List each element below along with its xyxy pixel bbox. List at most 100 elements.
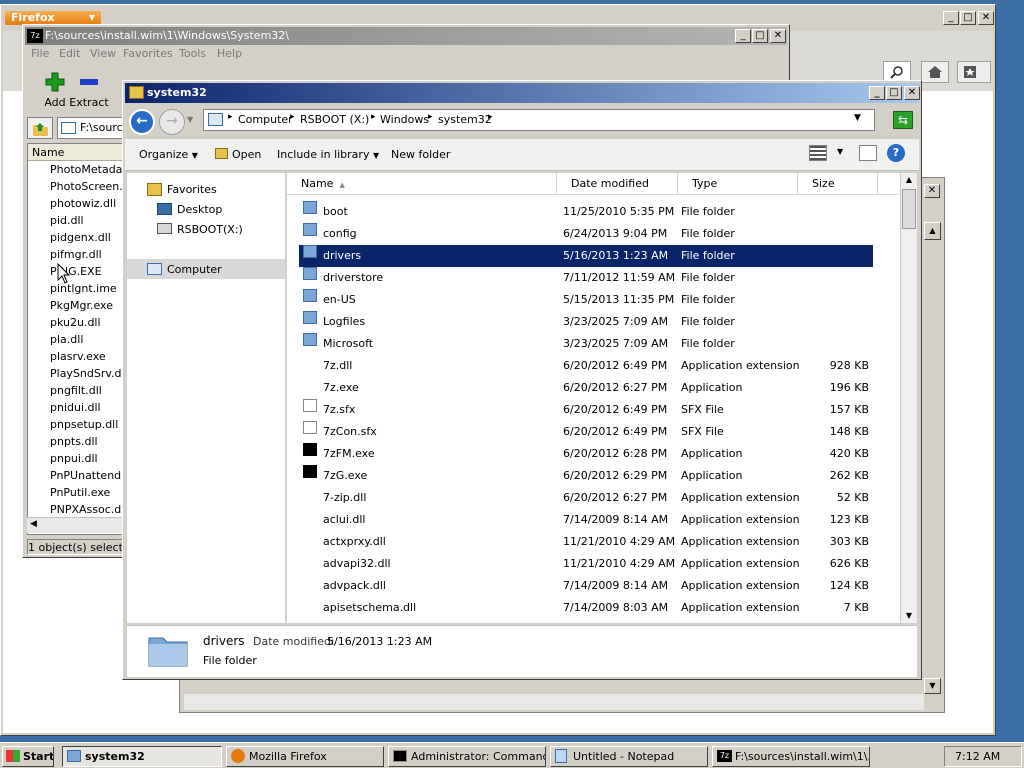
file-row[interactable]: config 6/24/2013 9:04 PM File folder — [299, 223, 873, 245]
file-row[interactable]: 7z.dll 6/20/2012 6:49 PM Application exten… — [299, 355, 873, 377]
file-row[interactable]: 7zCon.sfx 6/20/2012 6:49 PM SFX File 148 KB — [299, 421, 873, 443]
column-header-type[interactable]: Type — [678, 173, 798, 195]
back-arrow-icon[interactable]: ← — [129, 109, 155, 135]
scroll-left-icon[interactable]: ◀ — [30, 519, 37, 529]
file-row[interactable]: drivers 5/16/2013 1:23 AM File folder — [299, 245, 873, 267]
list-item[interactable]: PnPutil.exe — [28, 484, 126, 501]
list-item[interactable]: PkgMgr.exe — [28, 297, 126, 314]
open-button[interactable]: Open — [215, 148, 261, 161]
close-button[interactable]: ✕ — [978, 11, 994, 25]
maximize-button[interactable]: □ — [886, 86, 902, 100]
firefox-menu-button[interactable]: Firefox ▼ — [5, 11, 101, 25]
list-item[interactable]: pidgenx.dll — [28, 229, 126, 246]
list-item[interactable]: pifmgr.dll — [28, 246, 126, 263]
file-row[interactable]: boot 11/25/2010 5:35 PM File folder — [299, 201, 873, 223]
menu-view[interactable]: View — [90, 47, 116, 60]
list-item[interactable]: pngfilt.dll — [28, 382, 126, 399]
nav-computer[interactable]: Computer — [167, 263, 222, 276]
close-button[interactable]: ✕ — [904, 86, 920, 100]
file-row[interactable]: aclui.dll 7/14/2009 8:14 AM Application ex… — [299, 509, 873, 531]
address-bar[interactable]: ▸ Computer ▸ RSBOOT (X:) ▸ Windows ▸ sys… — [203, 109, 875, 131]
list-item[interactable]: pid.dll — [28, 212, 126, 229]
file-row[interactable]: 7zG.exe 6/20/2012 6:29 PM Application 262 K… — [299, 465, 873, 487]
file-row[interactable]: advpack.dll 7/14/2009 8:14 AM Application … — [299, 575, 873, 597]
dropdown-arrow-icon[interactable]: ▼ — [837, 147, 843, 156]
list-item[interactable]: pnpui.dll — [28, 450, 126, 467]
taskbar-item-firefox[interactable]: Mozilla Firefox — [226, 746, 384, 767]
list-item[interactable]: pnidui.dll — [28, 399, 126, 416]
chevron-right-icon[interactable]: ▸ — [371, 112, 376, 122]
column-header-name[interactable]: Name — [28, 144, 126, 161]
up-folder-icon[interactable] — [27, 117, 53, 139]
taskbar-item-notepad[interactable]: Untitled - Notepad — [550, 746, 708, 767]
chevron-right-icon[interactable]: ▸ — [290, 112, 295, 122]
breadcrumb-windows[interactable]: Windows — [380, 113, 429, 126]
list-item[interactable]: photowiz.dll — [28, 195, 126, 212]
minimize-button[interactable]: _ — [943, 11, 959, 25]
list-item[interactable]: PhotoMetada... — [28, 161, 126, 178]
list-item[interactable]: pnpts.dll — [28, 433, 126, 450]
scroll-up-icon[interactable]: ▲ — [902, 173, 916, 187]
help-icon[interactable]: ? — [887, 144, 905, 162]
view-options-icon[interactable] — [809, 145, 827, 161]
list-item[interactable]: PhotoScreen... — [28, 178, 126, 195]
include-in-library-button[interactable]: Include in library ▼ — [277, 148, 379, 161]
file-row[interactable]: advapi32.dll 11/21/2010 4:29 AM Applicatio… — [299, 553, 873, 575]
system-clock[interactable]: 7:12 AM — [944, 746, 1022, 767]
file-row[interactable]: 7z.sfx 6/20/2012 6:49 PM SFX File 157 KB — [299, 399, 873, 421]
list-item[interactable]: pla.dll — [28, 331, 126, 348]
nav-favorites[interactable]: Favorites — [167, 183, 217, 196]
close-button[interactable]: ✕ — [924, 184, 940, 198]
organize-button[interactable]: Organize ▼ — [139, 148, 198, 161]
minimize-button[interactable]: _ — [869, 86, 885, 100]
list-item[interactable]: pku2u.dll — [28, 314, 126, 331]
scroll-up-icon[interactable]: ▲ — [924, 222, 941, 240]
file-row[interactable]: actxprxy.dll 11/21/2010 4:29 AM Applicatio… — [299, 531, 873, 553]
nav-desktop[interactable]: Desktop — [177, 203, 222, 216]
extract-button[interactable]: Extract — [69, 71, 109, 113]
maximize-button[interactable]: □ — [960, 11, 976, 25]
scroll-down-icon[interactable]: ▼ — [902, 609, 916, 623]
preview-pane-icon[interactable] — [859, 145, 877, 161]
sevenzip-file-list[interactable]: Name PhotoMetada... PhotoScreen... photo… — [27, 143, 127, 535]
file-row[interactable]: en-US 5/15/2013 11:35 PM File folder — [299, 289, 873, 311]
scroll-down-icon[interactable]: ▼ — [924, 678, 941, 694]
close-button[interactable]: ✕ — [770, 29, 786, 43]
scroll-thumb[interactable] — [902, 189, 916, 229]
refresh-icon[interactable]: ⇆ — [893, 111, 913, 129]
horizontal-scrollbar[interactable]: ◀ — [27, 517, 127, 533]
list-item[interactable]: PnPUnattend... — [28, 467, 126, 484]
dropdown-arrow-icon[interactable]: ▼ — [854, 113, 861, 123]
taskbar-item-command[interactable]: Administrator: Command... — [388, 746, 546, 767]
file-row[interactable]: Logfiles 3/23/2025 7:09 AM File folder — [299, 311, 873, 333]
file-row[interactable]: 7z.exe 6/20/2012 6:27 PM Application 196 KB — [299, 377, 873, 399]
file-row[interactable]: 7-zip.dll 6/20/2012 6:27 PM Application ex… — [299, 487, 873, 509]
list-item[interactable]: pnpsetup.dll — [28, 416, 126, 433]
menu-favorites[interactable]: Favorites — [123, 47, 173, 60]
home-icon[interactable] — [921, 61, 949, 83]
taskbar-item-system32[interactable]: system32 — [62, 746, 222, 767]
menu-file[interactable]: File — [31, 47, 49, 60]
forward-arrow-icon[interactable]: → — [159, 109, 185, 135]
file-list[interactable]: Name ▲ Date modified Type Size boot 11/25/… — [287, 173, 917, 623]
taskbar-item-sevenzip[interactable]: 7z F:\sources\install.wim\1\... — [712, 746, 870, 767]
horizontal-scrollbar[interactable] — [184, 694, 924, 710]
breadcrumb-computer[interactable]: Computer — [238, 113, 293, 126]
column-header-size[interactable]: Size — [798, 173, 878, 195]
file-row[interactable]: Microsoft 3/23/2025 7:09 AM File folder — [299, 333, 873, 355]
list-item[interactable]: pintlgnt.ime — [28, 280, 126, 297]
file-row[interactable]: 7zFM.exe 6/20/2012 6:28 PM Application 420 … — [299, 443, 873, 465]
file-row[interactable]: driverstore 7/11/2012 11:59 AM File folder — [299, 267, 873, 289]
file-row[interactable]: apisetschema.dll 7/14/2009 8:03 AM Applica… — [299, 597, 873, 619]
new-folder-button[interactable]: New folder — [391, 148, 450, 161]
chevron-right-icon[interactable]: ▸ — [488, 112, 493, 122]
menu-help[interactable]: Help — [217, 47, 242, 60]
maximize-button[interactable]: □ — [752, 29, 768, 43]
bookmarks-icon[interactable] — [957, 61, 991, 83]
list-item[interactable]: PING.EXE — [28, 263, 126, 280]
breadcrumb-system32[interactable]: system32 — [438, 113, 492, 126]
recent-pages-chevron-icon[interactable]: ▼ — [187, 115, 193, 124]
list-item[interactable]: PNPXAssoc.dll — [28, 501, 126, 518]
list-item[interactable]: PlaySndSrv.dll — [28, 365, 126, 382]
column-header-name[interactable]: Name ▲ — [287, 173, 557, 195]
